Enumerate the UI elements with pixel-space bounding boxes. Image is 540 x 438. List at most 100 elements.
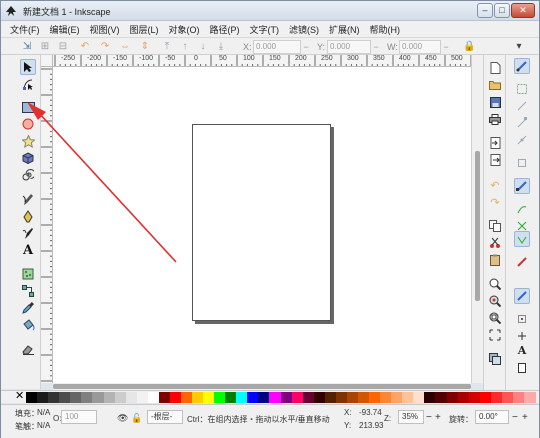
select-all-icon[interactable]: ⇲ (21, 41, 33, 53)
zoom-selection-button[interactable] (487, 276, 503, 292)
new-document-button[interactable] (487, 60, 503, 76)
horizontal-scrollbar[interactable] (53, 383, 471, 390)
chevron-down-icon[interactable]: ▾ (513, 41, 525, 53)
palette-swatch[interactable] (523, 392, 536, 403)
raise-icon[interactable]: ↑ (179, 41, 191, 53)
w-field[interactable]: 0.000 (399, 40, 441, 54)
undo-button[interactable]: ↶ (487, 177, 503, 193)
no-paint-swatch[interactable]: ✕ (15, 391, 24, 402)
menu-text[interactable]: 文字(T) (245, 23, 285, 36)
snap-cusp-nodes-button[interactable] (514, 231, 530, 247)
vertical-ruler[interactable] (41, 67, 53, 383)
snap-nodes-button[interactable] (514, 178, 530, 194)
lower-to-bottom-icon[interactable]: ⤓ (215, 41, 227, 53)
snap-object-midpoint-button[interactable] (514, 311, 530, 327)
connector-tool[interactable] (20, 283, 36, 299)
rotate-cw-icon[interactable]: ↷ (99, 41, 111, 53)
x-field[interactable]: 0.000 (253, 40, 301, 54)
y-field[interactable]: 0.000 (327, 40, 371, 54)
pencil-tool[interactable] (20, 191, 36, 207)
paste-button[interactable] (487, 252, 503, 268)
rotate-ccw-icon[interactable]: ↶ (79, 41, 91, 53)
deselect-icon[interactable]: ⊟ (57, 41, 69, 53)
menu-help[interactable]: 帮助(H) (365, 23, 406, 36)
node-tool[interactable] (20, 76, 36, 92)
zoom-page-button[interactable] (487, 310, 503, 326)
horizontal-scroll-thumb[interactable] (53, 384, 471, 389)
zoom-width-button[interactable] (487, 327, 503, 343)
redo-button[interactable]: ↷ (487, 194, 503, 210)
maximize-button[interactable]: □ (494, 3, 510, 18)
pen-tool[interactable] (20, 208, 36, 224)
ruler-label: 350 (373, 55, 385, 62)
zoom-in-button[interactable]: + (435, 412, 441, 423)
snap-bbox-button[interactable] (514, 81, 530, 97)
zoom-field[interactable]: 35% (398, 410, 424, 424)
import-button[interactable] (487, 135, 503, 151)
w-spin-minus[interactable]: − (441, 40, 451, 54)
menu-extensions[interactable]: 扩展(N) (324, 23, 365, 36)
calligraphy-tool[interactable] (20, 225, 36, 241)
ellipse-tool[interactable] (20, 116, 36, 132)
menu-filters[interactable]: 滤镜(S) (284, 23, 324, 36)
snap-others-button[interactable] (514, 288, 530, 304)
menu-view[interactable]: 视图(V) (85, 23, 125, 36)
zoom-out-button[interactable]: − (426, 412, 432, 423)
snap-bbox-center-button[interactable] (514, 155, 530, 171)
layer-visibility-icon[interactable]: 👁 (117, 413, 128, 424)
horizontal-ruler[interactable]: -250 -200 -150 -100 -50 0 50 100 150 200… (53, 55, 471, 67)
snap-toggle-button[interactable] (514, 58, 530, 74)
snap-text-baseline-button[interactable]: A (514, 342, 530, 358)
snap-path-button[interactable] (514, 201, 530, 217)
menu-edit[interactable]: 编辑(E) (45, 23, 85, 36)
select-all-layers-icon[interactable]: ⊞ (39, 41, 51, 53)
vertical-scrollbar[interactable] (471, 55, 483, 383)
y-spin-minus[interactable]: − (371, 40, 381, 54)
rotate-minus-button[interactable]: − (512, 412, 518, 423)
duplicate-button[interactable] (487, 351, 503, 367)
spiral-tool[interactable] (20, 167, 36, 183)
stroke-value[interactable]: N/A (37, 421, 50, 430)
copy-button[interactable] (487, 218, 503, 234)
text-tool[interactable]: A (20, 242, 36, 258)
dropper-tool[interactable] (20, 300, 36, 316)
layer-lock-icon[interactable]: 🔓 (131, 413, 142, 424)
layer-dropdown[interactable]: -根层- (147, 410, 183, 424)
print-button[interactable] (487, 111, 503, 127)
rotate-plus-button[interactable]: + (522, 412, 528, 423)
paint-bucket-tool[interactable] (20, 317, 36, 333)
eraser-tool[interactable] (20, 341, 36, 357)
3d-box-tool[interactable] (20, 150, 36, 166)
export-button[interactable] (487, 152, 503, 168)
flip-horizontal-icon[interactable]: ⇔ (119, 41, 131, 53)
selector-tool[interactable] (20, 59, 36, 75)
snap-bbox-edge-button[interactable] (514, 98, 530, 114)
zoom-drawing-button[interactable] (487, 293, 503, 309)
lock-icon[interactable]: 🔒 (463, 41, 475, 53)
fill-value[interactable]: N/A (37, 408, 50, 417)
snap-smooth-nodes-button[interactable] (514, 254, 530, 270)
x-spin-minus[interactable]: − (301, 40, 311, 54)
raise-to-top-icon[interactable]: ⤒ (161, 41, 173, 53)
menu-object[interactable]: 对象(O) (164, 23, 205, 36)
snap-page-border-button[interactable] (514, 360, 530, 376)
save-button[interactable] (487, 94, 503, 110)
minimize-button[interactable]: – (477, 3, 493, 18)
menu-path[interactable]: 路径(P) (205, 23, 245, 36)
open-button[interactable] (487, 77, 503, 93)
snap-bbox-midpoint-button[interactable] (514, 132, 530, 148)
close-button[interactable]: ✕ (511, 3, 535, 18)
vertical-scroll-thumb[interactable] (475, 151, 480, 301)
star-tool[interactable] (20, 133, 36, 149)
opacity-field[interactable]: 100 (61, 410, 97, 424)
lower-icon[interactable]: ↓ (197, 41, 209, 53)
spray-tool[interactable] (20, 266, 36, 282)
menu-file[interactable]: 文件(F) (5, 23, 45, 36)
drawing-canvas[interactable] (53, 67, 471, 383)
snap-bbox-corner-button[interactable] (514, 115, 530, 131)
menu-layer[interactable]: 图层(L) (125, 23, 164, 36)
rectangle-tool[interactable] (20, 99, 36, 115)
rotation-field[interactable]: 0.00° (475, 410, 509, 424)
flip-vertical-icon[interactable]: ⇕ (139, 41, 151, 53)
cut-button[interactable] (487, 235, 503, 251)
